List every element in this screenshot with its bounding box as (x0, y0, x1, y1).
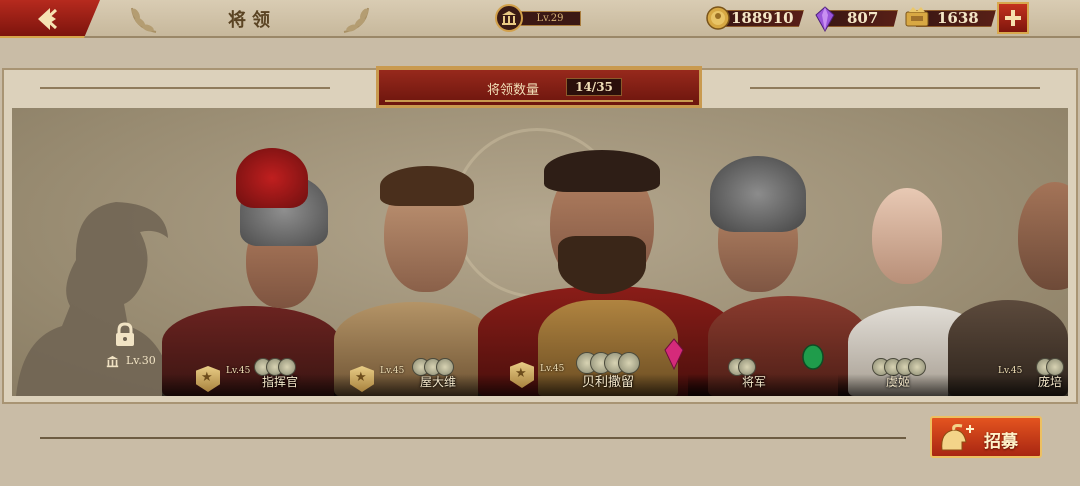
hero-card-commander[interactable]: ★ Lv.45 指挥官 (162, 108, 342, 396)
gem-icon (815, 6, 835, 32)
hero-level: Lv.45 (540, 364, 565, 374)
gem-icon (802, 344, 824, 370)
gem-counter[interactable]: 807 (814, 4, 900, 32)
ticket-counter[interactable]: 1638 (904, 4, 996, 32)
recruit-button[interactable]: 招募 (930, 416, 1042, 458)
ticket-icon (905, 7, 929, 27)
hero-name: 指挥官 (262, 375, 299, 389)
divider (40, 87, 330, 89)
plume-icon (236, 148, 308, 208)
divider (750, 87, 1040, 89)
back-arrow-icon (38, 8, 58, 30)
hero-name: 将军 (742, 375, 767, 389)
coin-icon (706, 6, 730, 30)
hero-name: 虞姬 (886, 375, 911, 389)
temple-icon (106, 355, 119, 368)
hero-name: 屋大维 (420, 375, 457, 389)
hero-name: 庞培 (1038, 375, 1063, 389)
player-level[interactable]: Lv.29 (495, 4, 587, 32)
page-title: 将领 (228, 10, 276, 31)
hero-count-label: 将领数量 (487, 83, 540, 98)
bottom-divider (40, 437, 906, 439)
laurel-icon (343, 7, 369, 33)
add-resource-button[interactable] (997, 2, 1029, 34)
recruit-label: 招募 (984, 432, 1018, 452)
lock-icon (116, 322, 134, 346)
top-bar: 将领 Lv.29 188910 807 1638 (0, 0, 1080, 38)
hero-level: Lv.45 (380, 366, 405, 376)
hero-level: Lv.45 (998, 366, 1023, 376)
player-level-text: Lv.29 (519, 11, 581, 26)
header-trim (385, 100, 693, 102)
unlock-level: Lv.30 (126, 354, 156, 367)
gold-value: 188910 (718, 10, 804, 27)
hero-count-header: 将领数量 14/35 (376, 66, 702, 108)
back-button[interactable] (0, 0, 100, 38)
hero-roster: Lv.30 ★ Lv.45 指挥官 ★ Lv.45 屋大维 ★ Lv.45 贝利… (12, 108, 1068, 396)
hero-skill-coins (576, 352, 656, 374)
gold-counter[interactable]: 188910 (706, 4, 806, 32)
hero-name: 贝利撒留 (582, 375, 635, 390)
laurel-icon (131, 7, 157, 33)
gem-icon (664, 338, 684, 370)
helmet-icon (941, 424, 974, 451)
hero-level: Lv.45 (226, 366, 251, 376)
hero-card-pompey[interactable]: Lv.45 庞培 (948, 108, 1068, 396)
helmet-icon (710, 156, 806, 232)
hero-count-value: 14/35 (566, 78, 622, 96)
gem-value: 807 (826, 10, 898, 27)
temple-icon (495, 4, 523, 32)
